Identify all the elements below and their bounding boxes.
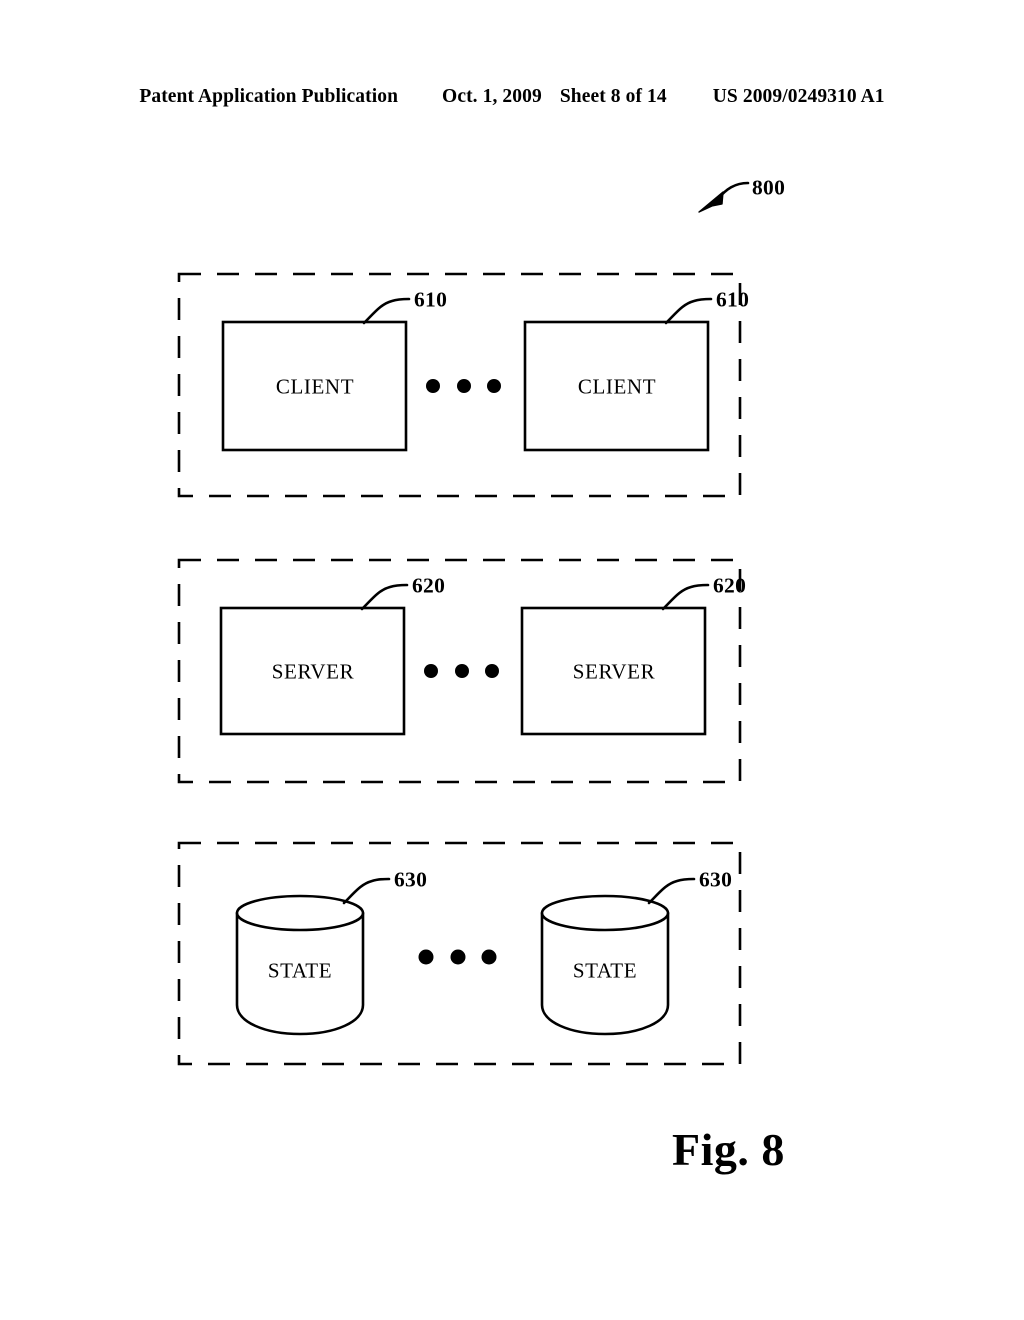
- client-ref-number-2: 610: [716, 287, 750, 312]
- state-ref-number-2: 630: [699, 867, 733, 892]
- state-ref-number-1: 630: [394, 867, 428, 892]
- server-node-label-1: SERVER: [271, 659, 355, 684]
- figure-line-art: [177, 181, 750, 1066]
- server-ref-leader-1: [360, 583, 409, 611]
- system-ref-number-800: 800: [752, 175, 786, 200]
- client-ref-leader-1: [362, 297, 411, 325]
- server-ref-number-2: 620: [713, 573, 747, 598]
- client-node-label-2: CLIENT: [577, 374, 657, 399]
- state-node-label-2: STATE: [572, 958, 638, 983]
- patent-figure-page: Patent Application Publication Oct. 1, 2…: [0, 0, 1024, 1320]
- system-ref-leader-800: [698, 181, 750, 213]
- state-tier-group: [177, 841, 742, 1066]
- server-node-label-2: SERVER: [572, 659, 656, 684]
- server-tier-group: [177, 558, 742, 784]
- server-tier-ellipsis-dots: [424, 664, 499, 678]
- client-node-label-1: CLIENT: [275, 374, 355, 399]
- state-ref-leader-2: [647, 877, 696, 905]
- state-ref-leader-1: [342, 877, 391, 905]
- client-ref-number-1: 610: [414, 287, 448, 312]
- figure-caption: Fig. 8: [672, 1124, 785, 1175]
- state-tier-ellipsis-dots: [418, 949, 497, 965]
- client-tier-ellipsis-dots: [426, 379, 501, 393]
- server-ref-leader-2: [661, 583, 710, 611]
- state-node-label-1: STATE: [267, 958, 333, 983]
- server-ref-number-1: 620: [412, 573, 446, 598]
- client-ref-leader-2: [664, 297, 713, 325]
